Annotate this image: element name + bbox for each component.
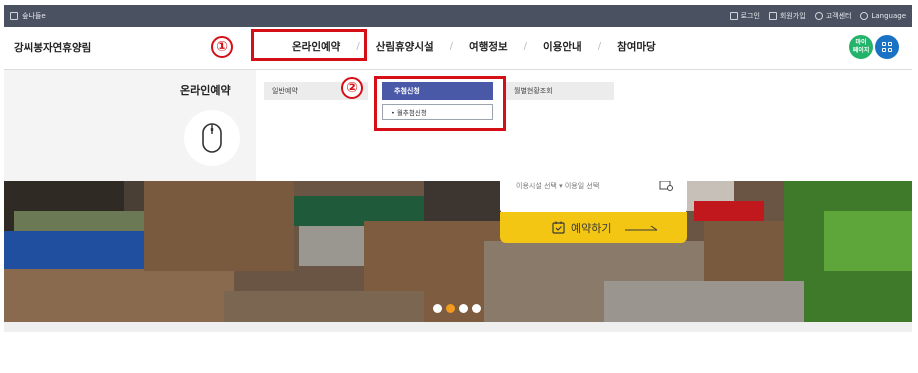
- nav-forest-facilities[interactable]: 산림휴양시설: [373, 39, 437, 54]
- highlight-box-2: [374, 76, 506, 131]
- reserve-button-label: 예약하기: [571, 221, 612, 235]
- login-link[interactable]: 로그인: [729, 11, 760, 21]
- grid-icon: [882, 42, 892, 52]
- globe-icon: [860, 12, 869, 20]
- content-divider: [4, 322, 912, 332]
- hero-banner: [4, 181, 912, 322]
- annotation-number-2: ②: [341, 77, 363, 99]
- all-menu-button[interactable]: [875, 35, 899, 59]
- booking-selector-text: 이용시설 선택 ▾ 이용일 선택: [516, 182, 600, 190]
- mega-menu-title: 온라인예약: [180, 84, 231, 97]
- nav-participation[interactable]: 참여마당: [614, 39, 659, 54]
- home-link[interactable]: 숲나들e: [10, 11, 46, 21]
- slide-dot-3[interactable]: [459, 304, 468, 313]
- nav-separator: /: [597, 41, 602, 52]
- main-header: 강씨봉자연휴양림 온라인예약 / 산림휴양시설 / 여행정보 / 이용안내 / …: [4, 27, 912, 70]
- signup-icon: [768, 12, 777, 20]
- headset-icon: [814, 12, 823, 20]
- slide-dot-1[interactable]: [433, 304, 442, 313]
- booking-widget: 이용시설 선택 ▾ 이용일 선택 예약하기: [500, 181, 687, 243]
- customer-center-link[interactable]: 고객센터: [814, 11, 851, 21]
- annotation-number-1: ①: [211, 36, 233, 58]
- mouse-icon: [184, 110, 240, 166]
- signup-link[interactable]: 회원가입: [768, 11, 806, 21]
- home-icon: [10, 12, 18, 20]
- nav-travel-info[interactable]: 여행정보: [466, 39, 511, 54]
- site-title[interactable]: 강씨봉자연휴양림: [14, 40, 91, 55]
- reserve-button[interactable]: 예약하기: [500, 212, 687, 243]
- language-link[interactable]: Language: [860, 12, 906, 20]
- slide-pagination: [433, 304, 481, 313]
- calendar-check-icon: [552, 221, 565, 234]
- forest-lodge-photo: [4, 181, 912, 322]
- arrow-right-icon: [625, 225, 658, 230]
- calendar-icon: [659, 181, 673, 191]
- login-icon: [729, 12, 738, 20]
- home-label: 숲나들e: [22, 12, 46, 20]
- nav-separator: /: [449, 41, 454, 52]
- nav-separator: /: [523, 41, 528, 52]
- slide-dot-2[interactable]: [446, 304, 455, 313]
- nav-usage-guide[interactable]: 이용안내: [540, 39, 585, 54]
- slide-dot-4[interactable]: [472, 304, 481, 313]
- utility-bar: 숲나들e 로그인 회원가입 고객센터 Language: [4, 5, 912, 27]
- mypage-button[interactable]: 마이 페이지: [849, 35, 873, 59]
- booking-selectors[interactable]: 이용시설 선택 ▾ 이용일 선택: [500, 181, 687, 213]
- highlight-box-1: [251, 29, 367, 61]
- submenu-monthly-status[interactable]: 월별현황조회: [506, 82, 614, 100]
